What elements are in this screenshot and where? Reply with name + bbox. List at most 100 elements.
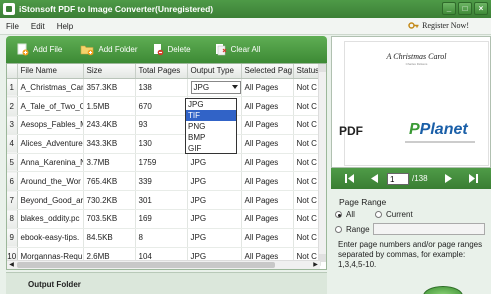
col-file-name-header[interactable]: File Name bbox=[17, 64, 84, 79]
file-name-cell: Anna_Karenina_N bbox=[17, 153, 84, 173]
file-name-cell: Alices_Adventure bbox=[17, 134, 84, 154]
output-type-cell[interactable]: JPG bbox=[187, 190, 242, 211]
add-file-icon bbox=[17, 43, 29, 56]
menu-bar: File Edit Help Register Now! bbox=[0, 18, 491, 35]
menu-edit[interactable]: Edit bbox=[25, 22, 51, 31]
table-row[interactable]: 5 Anna_Karenina_N 3.7MB 1759 JPG All Pag… bbox=[7, 153, 321, 173]
maximize-button[interactable]: □ bbox=[458, 2, 472, 15]
radio-all-indicator[interactable] bbox=[335, 211, 342, 218]
table-row[interactable]: 1 A_Christmas_Carol 357.3KB 138 JPG All … bbox=[7, 78, 321, 98]
menu-file[interactable]: File bbox=[0, 22, 25, 31]
dropdown-option-png[interactable]: PNG bbox=[186, 121, 236, 132]
radio-range-indicator[interactable] bbox=[335, 226, 342, 233]
output-folder-label: Output Folder bbox=[28, 280, 81, 289]
window-controls: _ □ × bbox=[442, 2, 488, 15]
status-cell: Not C bbox=[293, 153, 321, 173]
col-size-header[interactable]: Size bbox=[83, 64, 136, 79]
last-page-button[interactable] bbox=[466, 172, 480, 186]
row-number: 2 bbox=[7, 96, 18, 117]
pages-cell: 130 bbox=[135, 134, 188, 154]
first-page-button[interactable] bbox=[343, 172, 357, 186]
table-row[interactable]: 7 Beyond_Good_ar 730.2KB 301 JPG All Pag… bbox=[7, 190, 321, 211]
radio-range[interactable]: Range bbox=[335, 225, 370, 234]
clear-all-button[interactable]: Clear All bbox=[215, 43, 261, 56]
preview-logo-planet: Planet bbox=[419, 121, 468, 138]
table-row[interactable]: 9 ebook-easy-tips. 84.5KB 8 JPG All Page… bbox=[7, 228, 321, 248]
size-cell: 703.5KB bbox=[83, 209, 136, 229]
file-table: File Name Size Total Pages Output Type S… bbox=[6, 63, 327, 270]
range-input[interactable] bbox=[373, 223, 485, 235]
window-title: iStonsoft PDF to Image Converter(Unregis… bbox=[19, 4, 214, 14]
register-link[interactable]: Register Now! bbox=[408, 20, 469, 31]
delete-button[interactable]: Delete bbox=[152, 43, 191, 56]
table-row[interactable]: 8 blakes_oddity.pc 703.5KB 169 JPG All P… bbox=[7, 209, 321, 229]
vertical-scrollbar[interactable] bbox=[318, 64, 326, 262]
output-type-cell[interactable]: JPG bbox=[187, 171, 242, 192]
col-selected-pages-header[interactable]: Selected Pag bbox=[241, 64, 294, 79]
pages-cell: 138 bbox=[135, 78, 188, 98]
horizontal-scroll-thumb[interactable] bbox=[17, 262, 275, 268]
file-name-cell: A_Tale_of_Two_C bbox=[17, 96, 84, 117]
row-number: 4 bbox=[7, 134, 18, 154]
output-type-select[interactable]: JPG bbox=[190, 80, 240, 94]
pages-cell: 8 bbox=[135, 228, 188, 248]
selected-pages-cell: All Pages bbox=[241, 190, 294, 211]
clear-all-icon bbox=[215, 44, 227, 56]
current-page-input[interactable]: 1 bbox=[387, 172, 409, 185]
table-row[interactable]: 3 Aesops_Fables_M 243.4KB 93 All Pages N… bbox=[7, 115, 321, 135]
scroll-left-button[interactable]: ◀ bbox=[7, 261, 16, 269]
start-button[interactable] bbox=[423, 286, 463, 294]
next-page-button[interactable] bbox=[442, 172, 456, 186]
output-folder-panel: Output Folder bbox=[6, 272, 327, 294]
total-pages-label: /138 bbox=[412, 174, 428, 183]
col-status-header[interactable]: Status bbox=[293, 64, 321, 79]
page-range-label: Page Range bbox=[339, 197, 387, 207]
clear-all-label: Clear All bbox=[230, 45, 261, 54]
radio-current[interactable]: Current bbox=[375, 210, 413, 219]
scroll-down-button[interactable] bbox=[319, 254, 326, 262]
preview-page-title: A Christmas Carol bbox=[386, 52, 447, 61]
pages-cell: 169 bbox=[135, 209, 188, 229]
size-cell: 730.2KB bbox=[83, 190, 136, 211]
table-row[interactable]: 2 A_Tale_of_Two_C 1.5MB 670 All Pages No… bbox=[7, 96, 321, 117]
dropdown-option-tif[interactable]: TIF bbox=[186, 110, 236, 121]
row-number: 8 bbox=[7, 209, 18, 229]
scroll-right-button[interactable]: ▶ bbox=[311, 261, 320, 269]
table-row[interactable]: 6 Around_the_Wor 765.4KB 339 JPG All Pag… bbox=[7, 171, 321, 192]
close-button[interactable]: × bbox=[474, 2, 488, 15]
key-icon bbox=[408, 22, 419, 29]
dropdown-option-bmp[interactable]: BMP bbox=[186, 132, 236, 143]
selected-pages-cell: All Pages bbox=[241, 228, 294, 248]
dropdown-option-gif[interactable]: GIF bbox=[186, 143, 236, 154]
output-type-cell[interactable]: JPG bbox=[187, 153, 242, 173]
radio-all[interactable]: All bbox=[335, 210, 355, 219]
delete-icon bbox=[153, 44, 163, 56]
output-type-cell[interactable]: JPG bbox=[187, 209, 242, 229]
add-file-button[interactable]: Add File bbox=[16, 43, 62, 56]
chevron-down-icon[interactable] bbox=[231, 85, 238, 90]
minimize-button[interactable]: _ bbox=[442, 2, 456, 15]
pages-cell: 339 bbox=[135, 171, 188, 192]
table-row[interactable]: 4 Alices_Adventure 343.3KB 130 All Pages… bbox=[7, 134, 321, 154]
status-cell: Not C bbox=[293, 134, 321, 154]
scroll-up-button[interactable] bbox=[319, 64, 326, 72]
preview-logo-p: P bbox=[409, 121, 420, 138]
previous-page-button[interactable] bbox=[367, 172, 381, 186]
file-name-cell: blakes_oddity.pc bbox=[17, 209, 84, 229]
status-cell: Not C bbox=[293, 228, 321, 248]
status-cell: Not C bbox=[293, 115, 321, 135]
dropdown-option-jpg[interactable]: JPG bbox=[186, 99, 236, 110]
col-output-type-header[interactable]: Output Type bbox=[187, 64, 242, 79]
selected-pages-cell: All Pages bbox=[241, 134, 294, 154]
horizontal-scrollbar[interactable]: ◀ ▶ bbox=[7, 260, 320, 269]
selected-pages-cell: All Pages bbox=[241, 209, 294, 229]
file-name-cell: ebook-easy-tips. bbox=[17, 228, 84, 248]
output-type-cell[interactable]: JPG bbox=[187, 228, 242, 248]
file-name-cell: Around_the_Wor bbox=[17, 171, 84, 192]
radio-current-indicator[interactable] bbox=[375, 211, 382, 218]
add-folder-button[interactable]: Add Folder bbox=[80, 43, 138, 56]
preview-page: A Christmas Carol Charles Dickens PDF PP… bbox=[339, 41, 489, 166]
col-total-pages-header[interactable]: Total Pages bbox=[135, 64, 188, 79]
menu-help[interactable]: Help bbox=[51, 22, 79, 31]
col-index-header[interactable] bbox=[7, 64, 18, 79]
